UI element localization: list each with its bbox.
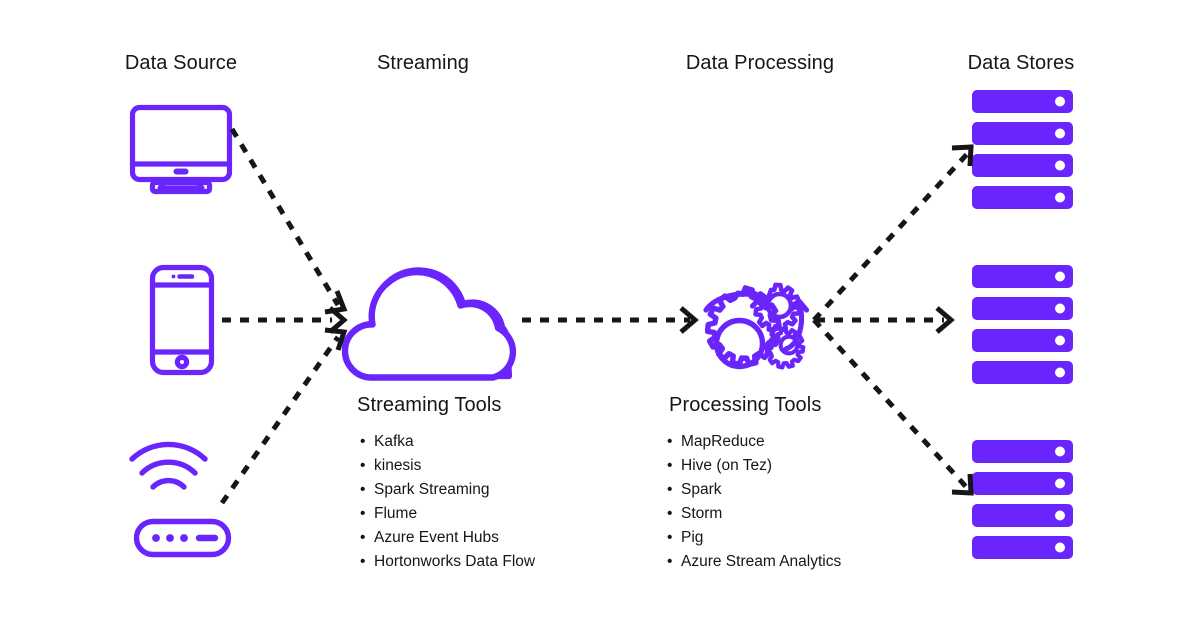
list-item: Kafka <box>360 430 535 454</box>
column-heading-data-stores: Data Stores <box>967 52 1075 74</box>
list-item: Hortonworks Data Flow <box>360 550 535 574</box>
monitor-icon <box>129 104 233 195</box>
list-item: Flume <box>360 502 535 526</box>
diagram-canvas: Data Source Streaming Data Processing Da… <box>0 0 1200 628</box>
list-item: Azure Event Hubs <box>360 526 535 550</box>
smartphone-icon <box>149 264 215 376</box>
cloud-outline <box>341 268 517 381</box>
store-top <box>972 90 1073 209</box>
list-item: Pig <box>667 526 841 550</box>
list-item: MapReduce <box>667 430 841 454</box>
gears-icon <box>703 282 810 370</box>
column-heading-streaming: Streaming <box>376 52 470 74</box>
flow-gears-to-store-top <box>812 150 971 322</box>
flow-router-to-cloud <box>219 335 341 505</box>
streaming-tools-title: Streaming Tools <box>357 394 502 416</box>
server-stack-icon <box>972 90 1073 559</box>
column-heading-data-source: Data Source <box>124 52 238 74</box>
list-item: Spark Streaming <box>360 478 535 502</box>
processing-tools-list: MapReduce Hive (on Tez) Spark Storm Pig … <box>667 430 841 574</box>
streaming-tools-list: Kafka kinesis Spark Streaming Flume Azur… <box>360 430 535 574</box>
store-middle <box>972 265 1073 384</box>
list-item: Azure Stream Analytics <box>667 550 841 574</box>
store-bottom <box>972 440 1073 559</box>
list-item: Spark <box>667 478 841 502</box>
flow-monitor-to-cloud <box>229 127 341 307</box>
list-item: Storm <box>667 502 841 526</box>
processing-tools-title: Processing Tools <box>669 394 822 416</box>
pipeline-illustration <box>129 90 1073 559</box>
flow-arrows <box>219 127 971 505</box>
wifi-router-icon <box>129 441 232 558</box>
list-item: kinesis <box>360 454 535 478</box>
column-heading-data-processing: Data Processing <box>685 52 835 74</box>
list-item: Hive (on Tez) <box>667 454 841 478</box>
